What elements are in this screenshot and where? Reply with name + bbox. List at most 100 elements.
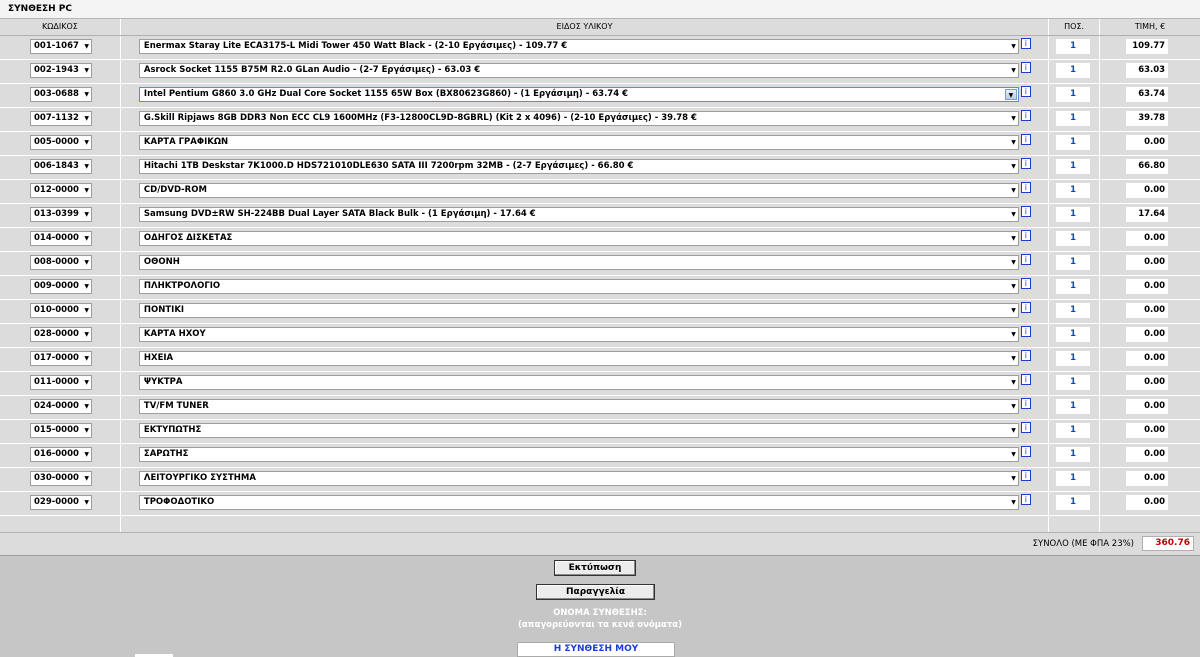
code-select[interactable]: 029-0000 ▼ [30, 495, 92, 510]
description-select[interactable]: ΣΑΡΩΤΗΣ ▼ [138, 447, 1019, 462]
code-select[interactable]: 011-0000 ▼ [30, 375, 92, 390]
qty-input[interactable]: 1 [1056, 183, 1091, 198]
info-icon[interactable]: i [1020, 134, 1031, 145]
code-select[interactable]: 017-0000 ▼ [30, 351, 92, 366]
description-select[interactable]: CD/DVD-ROM ▼ [138, 183, 1019, 198]
code-select[interactable]: 024-0000 ▼ [30, 399, 92, 414]
code-select[interactable]: 015-0000 ▼ [30, 423, 92, 438]
print-button[interactable]: Εκτύπωση [554, 560, 636, 576]
description-select[interactable]: ΟΘΟΝΗ ▼ [138, 255, 1019, 270]
description-cell: Enermax Staray Lite ECA3175-L Midi Tower… [121, 36, 1050, 59]
description-select[interactable]: ΚΑΡΤΑ ΓΡΑΦΙΚΩΝ ▼ [138, 135, 1019, 150]
qty-input[interactable]: 1 [1056, 495, 1091, 510]
description-select[interactable]: ΠΛΗΚΤΡΟΛΟΓΙΟ ▼ [138, 279, 1019, 294]
description-select[interactable]: ΚΑΡΤΑ ΗΧΟΥ ▼ [138, 327, 1019, 342]
code-select[interactable]: 006-1843 ▼ [30, 159, 92, 174]
info-icon[interactable]: i [1020, 38, 1031, 49]
info-icon[interactable]: i [1020, 350, 1031, 361]
qty-input[interactable]: 1 [1056, 351, 1091, 366]
composition-name-label: ΟΝΟΜΑ ΣΥΝΘΕΣΗΣ: [553, 608, 647, 618]
qty-input[interactable]: 1 [1056, 39, 1091, 54]
info-icon[interactable]: i [1020, 422, 1031, 433]
info-icon[interactable]: i [1020, 326, 1031, 337]
info-icon[interactable]: i [1020, 62, 1031, 73]
code-value: 028-0000 [34, 329, 79, 339]
info-icon[interactable]: i [1020, 446, 1031, 457]
qty-input[interactable]: 1 [1056, 63, 1091, 78]
table-row: 003-0688 ▼ Intel Pentium G860 3.0 GHz Dual… [0, 84, 1200, 108]
code-select[interactable]: 009-0000 ▼ [30, 279, 92, 294]
qty-cell: 1 [1049, 156, 1101, 179]
qty-input[interactable]: 1 [1056, 447, 1091, 462]
description-select[interactable]: ΟΔΗΓΟΣ ΔΙΣΚΕΤΑΣ ▼ [138, 231, 1019, 246]
order-button[interactable]: Παραγγελία [536, 584, 655, 600]
info-icon[interactable]: i [1020, 182, 1031, 193]
code-select[interactable]: 016-0000 ▼ [30, 447, 92, 462]
price-cell: 0.00 [1100, 420, 1200, 443]
qty-input[interactable]: 1 [1056, 303, 1091, 318]
code-select[interactable]: 014-0000 ▼ [30, 231, 92, 246]
description-select[interactable]: ΛΕΙΤΟΥΡΓΙΚΟ ΣΥΣΤΗΜΑ ▼ [138, 471, 1019, 486]
qty-input[interactable]: 1 [1056, 399, 1091, 414]
code-select[interactable]: 008-0000 ▼ [30, 255, 92, 270]
description-select[interactable]: TV/FM TUNER ▼ [138, 399, 1019, 414]
price-cell: 66.80 [1100, 156, 1200, 179]
info-icon[interactable]: i [1020, 278, 1031, 289]
description-select[interactable]: Samsung DVD±RW SH-224BB Dual Layer SATA … [138, 207, 1019, 222]
description-value: ΟΘΟΝΗ [143, 257, 180, 267]
code-select[interactable]: 010-0000 ▼ [30, 303, 92, 318]
info-icon[interactable]: i [1020, 374, 1031, 385]
code-select[interactable]: 007-1132 ▼ [30, 111, 92, 126]
qty-input[interactable]: 1 [1056, 159, 1091, 174]
description-select[interactable]: G.Skill Ripjaws 8GB DDR3 Non ECC CL9 160… [138, 111, 1019, 126]
info-icon[interactable]: i [1020, 302, 1031, 313]
code-select[interactable]: 003-0688 ▼ [30, 87, 92, 102]
info-icon[interactable]: i [1020, 230, 1031, 241]
info-icon[interactable]: i [1020, 254, 1031, 265]
info-icon[interactable]: i [1020, 110, 1031, 121]
info-icon[interactable]: i [1020, 206, 1031, 217]
code-select[interactable]: 002-1943 ▼ [30, 63, 92, 78]
description-value: ΟΔΗΓΟΣ ΔΙΣΚΕΤΑΣ [143, 233, 233, 243]
description-select[interactable]: Intel Pentium G860 3.0 GHz Dual Core Soc… [138, 87, 1019, 102]
qty-input[interactable]: 1 [1056, 207, 1091, 222]
qty-input[interactable]: 1 [1056, 423, 1091, 438]
code-select[interactable]: 012-0000 ▼ [30, 183, 92, 198]
description-select[interactable]: Asrock Socket 1155 B75M R2.0 GLan Audio … [138, 63, 1019, 78]
qty-input[interactable]: 1 [1056, 231, 1091, 246]
chevron-down-icon: ▼ [1011, 67, 1016, 74]
description-value: ΚΑΡΤΑ ΗΧΟΥ [143, 329, 206, 339]
code-select[interactable]: 013-0399 ▼ [30, 207, 92, 222]
description-select[interactable]: ΨΥΚΤΡΑ ▼ [138, 375, 1019, 390]
qty-input[interactable]: 1 [1056, 135, 1091, 150]
code-select[interactable]: 005-0000 ▼ [30, 135, 92, 150]
composition-name-input[interactable]: Η ΣΥΝΘΕΣΗ ΜΟΥ [517, 642, 675, 657]
description-select[interactable]: ΗΧΕΙΑ ▼ [138, 351, 1019, 366]
qty-cell: 1 [1049, 348, 1101, 371]
code-select[interactable]: 030-0000 ▼ [30, 471, 92, 486]
description-select[interactable]: Hitachi 1TB Deskstar 7K1000.D HDS721010D… [138, 159, 1019, 174]
description-select[interactable]: ΤΡΟΦΟΔΟΤΙΚΟ ▼ [138, 495, 1019, 510]
qty-input[interactable]: 1 [1056, 279, 1091, 294]
price-cell: 0.00 [1100, 132, 1200, 155]
qty-input[interactable]: 1 [1056, 255, 1091, 270]
info-icon[interactable]: i [1020, 494, 1031, 505]
info-icon[interactable]: i [1020, 398, 1031, 409]
qty-input[interactable]: 1 [1056, 87, 1091, 102]
description-value: ΠΟΝΤΙΚΙ [143, 305, 185, 315]
actions-area: Εκτύπωση Παραγγελία ΟΝΟΜΑ ΣΥΝΘΕΣΗΣ: (απα… [0, 556, 1200, 657]
qty-input[interactable]: 1 [1056, 327, 1091, 342]
qty-input[interactable]: 1 [1056, 471, 1091, 486]
code-select[interactable]: 001-1067 ▼ [30, 39, 92, 54]
description-select[interactable]: Enermax Staray Lite ECA3175-L Midi Tower… [138, 39, 1019, 54]
description-select[interactable]: ΠΟΝΤΙΚΙ ▼ [138, 303, 1019, 318]
code-select[interactable]: 028-0000 ▼ [30, 327, 92, 342]
qty-input[interactable]: 1 [1056, 375, 1091, 390]
info-icon[interactable]: i [1020, 470, 1031, 481]
price-cell: 63.74 [1100, 84, 1200, 107]
info-icon[interactable]: i [1020, 86, 1031, 97]
table-row: 002-1943 ▼ Asrock Socket 1155 B75M R2.0 GL… [0, 60, 1200, 84]
description-select[interactable]: ΕΚΤΥΠΩΤΗΣ ▼ [138, 423, 1019, 438]
info-icon[interactable]: i [1020, 158, 1031, 169]
qty-input[interactable]: 1 [1056, 111, 1091, 126]
